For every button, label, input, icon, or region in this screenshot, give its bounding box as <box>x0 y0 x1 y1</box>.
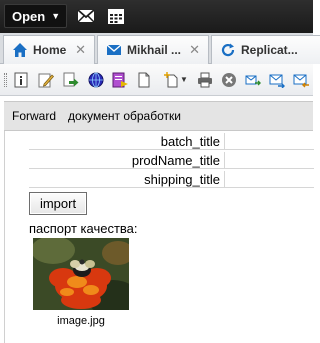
batch-field-value[interactable] <box>224 133 314 149</box>
open-menu-button[interactable]: Open ▼ <box>4 4 67 28</box>
tab-replication-label: Replicat... <box>241 43 298 57</box>
tab-strip: Home ✕ Mikhail ... ✕ Replicat... <box>0 33 320 64</box>
prodname-field-value[interactable] <box>224 152 314 168</box>
mail-move-icon[interactable] <box>245 72 261 88</box>
document-form: batch_title prodName_title shipping_titl… <box>4 131 314 343</box>
toolbar: ▼ <box>0 64 313 96</box>
toolbar-grip[interactable] <box>4 73 7 87</box>
open-label: Open <box>12 8 46 24</box>
mail-reply-icon[interactable] <box>293 72 309 88</box>
batch-field-label: batch_title <box>160 134 220 149</box>
document-export-icon[interactable] <box>112 72 128 88</box>
flower-image <box>33 238 129 310</box>
quality-passport-label: паспорт качества: <box>29 221 138 236</box>
tab-mail-label: Mikhail ... <box>127 43 182 57</box>
print-icon[interactable] <box>197 72 213 88</box>
form-row-prodname: prodName_title <box>29 152 314 169</box>
attachment-caption[interactable]: image.jpg <box>33 315 129 327</box>
import-button[interactable]: import <box>29 192 87 215</box>
new-item-icon[interactable] <box>163 72 179 88</box>
home-icon <box>13 43 27 57</box>
tab-home[interactable]: Home ✕ <box>3 35 95 64</box>
document-header: Forward документ обработки <box>4 101 313 131</box>
shipping-field-value[interactable] <box>224 171 314 187</box>
forward-document-icon[interactable] <box>63 72 79 88</box>
edit-icon[interactable] <box>38 72 54 88</box>
close-icon[interactable]: ✕ <box>75 42 86 58</box>
delete-icon[interactable] <box>221 72 237 88</box>
properties-icon[interactable] <box>13 72 29 88</box>
attachment-thumbnail[interactable] <box>33 238 129 310</box>
mail-icon[interactable] <box>76 6 96 26</box>
new-document-icon[interactable] <box>136 72 152 88</box>
refresh-icon <box>221 43 235 57</box>
forward-link[interactable]: Forward <box>12 109 56 123</box>
prodname-field-label: prodName_title <box>131 153 220 168</box>
tab-mail[interactable]: Mikhail ... ✕ <box>97 35 209 64</box>
document-title: документ обработки <box>68 109 181 123</box>
shipping-field-label: shipping_title <box>144 172 220 187</box>
mail-icon <box>106 44 122 55</box>
top-bar: Open ▼ <box>0 0 313 33</box>
globe-icon[interactable] <box>88 72 104 88</box>
close-icon[interactable]: ✕ <box>189 42 200 58</box>
mail-send-icon[interactable] <box>269 72 285 88</box>
form-row-batch: batch_title <box>29 133 314 150</box>
chevron-down-icon[interactable]: ▼ <box>180 75 188 84</box>
form-row-shipping: shipping_title <box>29 171 314 188</box>
caret-down-icon: ▼ <box>51 11 61 21</box>
tab-replication[interactable]: Replicat... <box>211 35 320 64</box>
tab-home-label: Home <box>33 43 67 57</box>
calendar-icon[interactable] <box>106 6 126 26</box>
